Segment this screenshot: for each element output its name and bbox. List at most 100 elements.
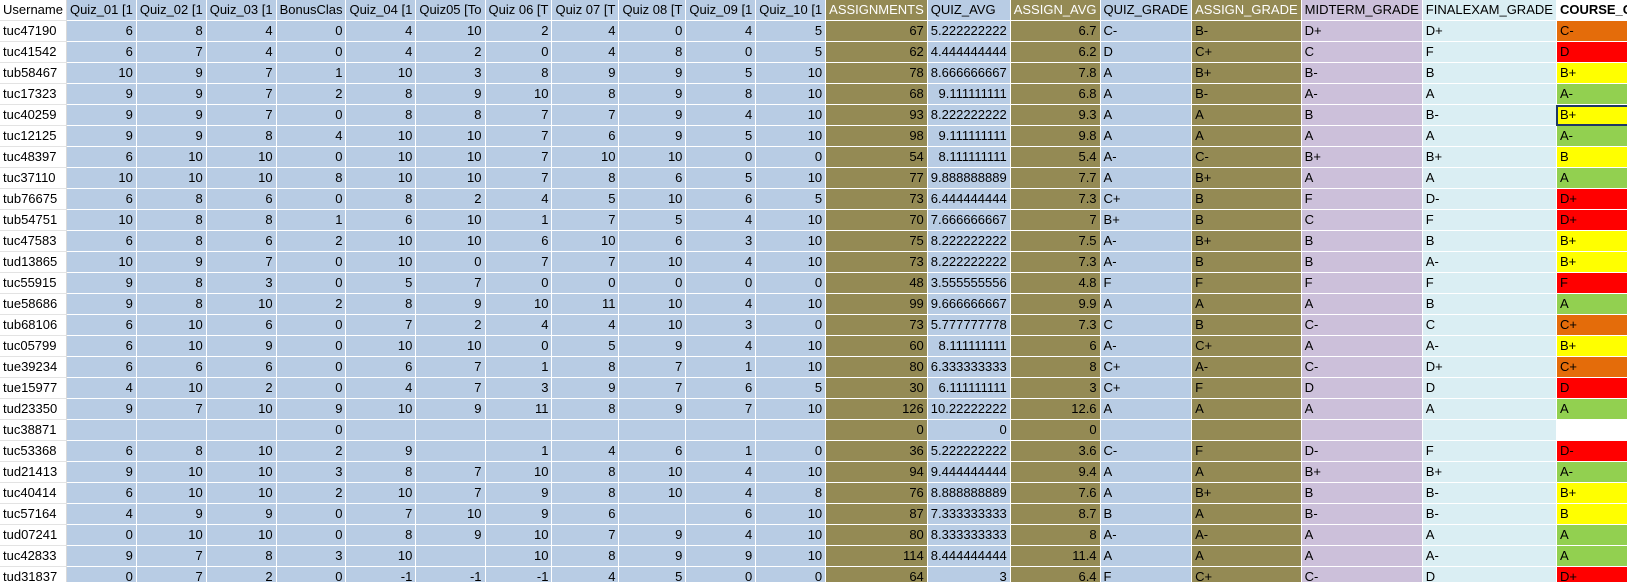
column-header[interactable]: Quiz 07 [T <box>551 0 620 21</box>
grade-cell[interactable]: D- <box>1422 188 1557 210</box>
grade-cell[interactable]: B+ <box>1556 482 1627 504</box>
username-cell[interactable]: tub68106 <box>0 314 67 336</box>
grade-cell[interactable]: 10 <box>136 377 207 399</box>
grade-cell[interactable]: 8.111111111 <box>927 335 1011 357</box>
grade-cell[interactable]: 10 <box>136 314 207 336</box>
grade-cell[interactable]: 8 <box>415 104 486 126</box>
grade-cell[interactable]: 9 <box>618 62 687 84</box>
column-header[interactable]: ASSIGN_GRADE <box>1191 0 1302 21</box>
grade-cell[interactable]: C- <box>1301 314 1423 336</box>
grade-cell[interactable]: 6 <box>618 230 687 252</box>
grade-cell[interactable]: 80 <box>825 356 928 378</box>
grade-cell[interactable]: 0 <box>755 272 827 294</box>
grade-cell[interactable]: 10 <box>415 209 486 231</box>
grade-cell[interactable]: B <box>1301 230 1423 252</box>
grade-cell[interactable]: A <box>1100 293 1193 315</box>
grade-cell[interactable]: 10 <box>206 167 277 189</box>
column-header[interactable]: Username <box>0 0 67 21</box>
grade-cell[interactable]: 77 <box>825 167 928 189</box>
grade-cell[interactable]: A- <box>1191 356 1302 378</box>
grade-cell[interactable]: 1 <box>276 209 347 231</box>
grade-cell[interactable]: 10 <box>415 146 486 168</box>
grade-cell[interactable]: A <box>1422 398 1557 420</box>
grade-cell[interactable]: 80 <box>825 524 928 546</box>
column-header[interactable]: MIDTERM_GRADE <box>1301 0 1423 21</box>
grade-cell[interactable]: 10 <box>755 503 827 525</box>
grade-cell[interactable]: F <box>1422 41 1557 63</box>
grade-cell[interactable]: 0 <box>618 20 687 42</box>
grade-cell[interactable] <box>206 419 277 441</box>
grade-cell[interactable]: 9 <box>136 62 207 84</box>
grade-cell[interactable]: 2 <box>485 20 553 42</box>
grade-cell[interactable]: D <box>1422 566 1557 582</box>
grade-cell[interactable]: B+ <box>1301 146 1423 168</box>
grade-cell[interactable]: 8 <box>551 482 620 504</box>
grade-cell[interactable]: 7 <box>415 377 486 399</box>
column-header[interactable]: Quiz 06 [T <box>485 0 553 21</box>
grade-cell[interactable]: 4 <box>685 524 757 546</box>
grade-cell[interactable]: 4 <box>485 188 553 210</box>
grade-cell[interactable]: 5 <box>618 209 687 231</box>
grade-cell[interactable]: D <box>1301 377 1423 399</box>
grade-cell[interactable]: 9.4 <box>1010 461 1101 483</box>
grade-cell[interactable]: A <box>1191 293 1302 315</box>
grade-cell[interactable]: 8 <box>345 524 417 546</box>
username-cell[interactable]: tud31837 <box>0 566 67 582</box>
grade-cell[interactable]: 8.444444444 <box>927 545 1011 567</box>
grade-cell[interactable]: 9 <box>618 524 687 546</box>
grade-cell[interactable]: 0 <box>755 146 827 168</box>
grade-cell[interactable]: A <box>1100 167 1193 189</box>
grade-cell[interactable]: 5 <box>755 377 827 399</box>
grade-cell[interactable]: A <box>1556 524 1627 546</box>
username-cell[interactable]: tuc41542 <box>0 41 67 63</box>
grade-cell[interactable]: C- <box>1556 20 1627 42</box>
grade-cell[interactable]: 11 <box>551 293 620 315</box>
grade-cell[interactable]: B- <box>1191 20 1302 42</box>
username-cell[interactable]: tue15977 <box>0 377 67 399</box>
grade-cell[interactable]: C- <box>1100 440 1193 462</box>
grade-cell[interactable]: 7 <box>136 398 207 420</box>
grade-cell[interactable]: C <box>1301 209 1423 231</box>
grade-cell[interactable]: 4 <box>551 440 620 462</box>
grade-cell[interactable]: 2 <box>276 293 347 315</box>
grade-cell[interactable]: B- <box>1422 104 1557 126</box>
grade-cell[interactable]: F <box>1191 440 1302 462</box>
grade-cell[interactable]: 10 <box>755 167 827 189</box>
column-header[interactable]: QUIZ_AVG <box>927 0 1011 21</box>
grade-cell[interactable]: 7 <box>485 251 553 273</box>
grade-cell[interactable]: 0 <box>825 419 928 441</box>
grade-cell[interactable]: 8 <box>276 167 347 189</box>
grade-cell[interactable]: 0 <box>685 41 757 63</box>
grade-cell[interactable]: 9 <box>485 503 553 525</box>
grade-cell[interactable]: 8.333333333 <box>927 524 1011 546</box>
grade-cell[interactable]: C <box>1301 41 1423 63</box>
grade-cell[interactable]: 10 <box>345 230 417 252</box>
grade-cell[interactable]: 3 <box>685 314 757 336</box>
grade-cell[interactable]: 7 <box>1010 209 1101 231</box>
grade-cell[interactable]: B+ <box>1556 251 1627 273</box>
grade-cell[interactable]: 10 <box>485 293 553 315</box>
grade-cell[interactable]: 10 <box>755 545 827 567</box>
grade-cell[interactable]: 7 <box>206 104 277 126</box>
grade-cell[interactable]: 9.111111111 <box>927 83 1011 105</box>
grade-cell[interactable]: 1 <box>685 356 757 378</box>
grade-cell[interactable]: 8 <box>136 209 207 231</box>
grade-cell[interactable]: 1 <box>276 62 347 84</box>
grade-cell[interactable]: 9 <box>136 104 207 126</box>
grade-cell[interactable]: 10 <box>755 461 827 483</box>
column-header[interactable]: QUIZ_GRADE <box>1100 0 1193 21</box>
grade-cell[interactable]: 9 <box>136 251 207 273</box>
grade-cell[interactable]: 8 <box>485 62 553 84</box>
grade-cell[interactable]: 0 <box>276 314 347 336</box>
grade-cell[interactable]: 9 <box>618 83 687 105</box>
grade-cell[interactable]: B+ <box>1556 104 1627 126</box>
grade-cell[interactable]: 6 <box>206 314 277 336</box>
username-cell[interactable]: tuc17323 <box>0 83 67 105</box>
grade-cell[interactable]: 12.6 <box>1010 398 1101 420</box>
grade-cell[interactable] <box>1191 419 1302 441</box>
grade-cell[interactable]: C <box>1422 314 1557 336</box>
grade-cell[interactable]: 2 <box>415 314 486 336</box>
username-cell[interactable]: tuc38871 <box>0 419 67 441</box>
grade-cell[interactable]: D+ <box>1556 188 1627 210</box>
grade-cell[interactable]: 6 <box>685 377 757 399</box>
